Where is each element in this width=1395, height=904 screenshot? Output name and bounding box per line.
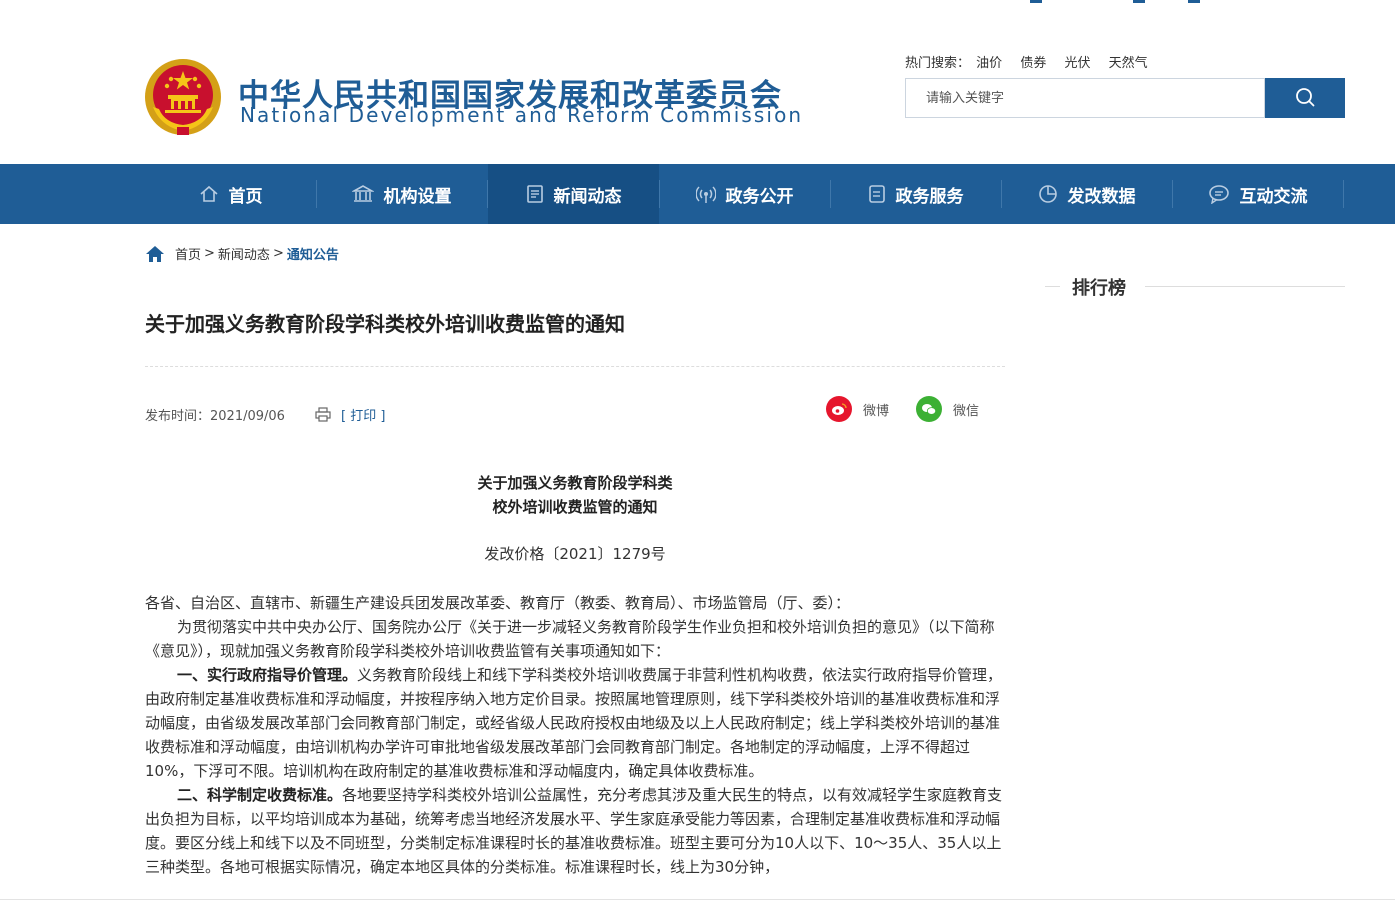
breadcrumb-news[interactable]: 新闻动态 xyxy=(218,244,270,263)
building-icon xyxy=(351,185,374,202)
nav-label: 机构设置 xyxy=(383,186,452,207)
share-weibo-label: 微博 xyxy=(863,403,890,419)
wechat-icon xyxy=(916,396,942,422)
home-icon xyxy=(199,185,218,202)
ranking-title: 排行榜 xyxy=(1072,278,1126,299)
addressee: 各省、自治区、直辖市、新疆生产建设兵团发展改革委、教育厅（教委、教育局）、市场监… xyxy=(145,594,851,612)
national-emblem-icon[interactable] xyxy=(143,57,223,137)
search-button[interactable] xyxy=(1265,78,1345,118)
hot-search: 热门搜索： 油价 债券 光伏 天然气 xyxy=(905,52,1162,71)
news-icon xyxy=(526,185,543,203)
hot-keyword-natural-gas[interactable]: 天然气 xyxy=(1109,56,1148,71)
page-bottom-divider xyxy=(0,899,1395,900)
nav-item-interaction[interactable]: 互动交流 xyxy=(1172,164,1343,224)
share-weibo[interactable]: 微博 xyxy=(826,396,889,422)
hot-search-label: 热门搜索： xyxy=(905,56,971,71)
broadcast-icon xyxy=(695,186,716,203)
share-wechat[interactable]: 微信 xyxy=(916,396,979,422)
breadcrumb-home[interactable]: 首页 xyxy=(175,244,201,263)
publish-time: 发布时间：2021/09/06 xyxy=(145,405,285,424)
article-title: 关于加强义务教育阶段学科类校外培训收费监管的通知 xyxy=(145,312,625,336)
nav-label: 新闻动态 xyxy=(553,186,622,207)
nav-item-news[interactable]: 新闻动态 xyxy=(488,164,659,224)
nav-label: 政务服务 xyxy=(895,186,964,207)
nav-item-data[interactable]: 发改数据 xyxy=(1001,164,1172,224)
ranking-header: 排行榜 xyxy=(1045,274,1345,300)
search-box xyxy=(905,78,1345,118)
site-header: 中华人民共和国国家发展和改革委员会 National Development a… xyxy=(0,0,1395,164)
site-title-en[interactable]: National Development and Reform Commissi… xyxy=(240,103,803,127)
home-icon[interactable] xyxy=(145,245,165,263)
nav-label: 首页 xyxy=(228,186,263,207)
article-body: 各省、自治区、直辖市、新疆生产建设兵团发展改革委、教育厅（教委、教育局）、市场监… xyxy=(145,591,1007,879)
doc-title-line-2: 校外培训收费监管的通知 xyxy=(492,498,658,516)
nav-label: 发改数据 xyxy=(1067,186,1136,207)
hot-keyword-oil-price[interactable]: 油价 xyxy=(976,56,1002,71)
doc-number: 发改价格〔2021〕1279号 xyxy=(484,545,666,563)
print-button[interactable]: [ 打印 ] xyxy=(315,405,385,424)
share-wechat-label: 微信 xyxy=(953,403,980,419)
pie-chart-icon xyxy=(1038,185,1057,203)
search-icon xyxy=(1296,87,1315,106)
publish-date: 2021/09/06 xyxy=(210,409,285,424)
main-nav: 首页 机构设置 新闻动态 政务公开 政务服务 发改数据 互动交流 xyxy=(0,164,1395,224)
search-input[interactable] xyxy=(905,78,1265,118)
intro-paragraph: 为贯彻落实中共中央办公厅、国务院办公厅《关于进一步减轻义务教育阶段学生作业负担和… xyxy=(145,618,995,660)
chat-icon xyxy=(1208,185,1229,204)
doc-title-line-1: 关于加强义务教育阶段学科类 xyxy=(477,474,673,492)
nav-item-home[interactable]: 首页 xyxy=(145,164,316,224)
printer-icon xyxy=(315,407,331,422)
title-divider xyxy=(145,366,1005,367)
section-2-heading: 二、科学制定收费标准。 xyxy=(177,786,343,804)
nav-label: 政务公开 xyxy=(725,186,794,207)
section-1-heading: 一、实行政府指导价管理。 xyxy=(177,666,358,684)
section-1: 一、实行政府指导价管理。义务教育阶段线上和线下学科类校外培训收费属于非营利性机构… xyxy=(145,663,1007,783)
nav-item-government-affairs[interactable]: 政务公开 xyxy=(659,164,830,224)
document-icon xyxy=(868,185,885,203)
hot-keyword-photovoltaic[interactable]: 光伏 xyxy=(1064,56,1090,71)
print-label: [ 打印 ] xyxy=(341,409,386,424)
nav-item-organization[interactable]: 机构设置 xyxy=(316,164,487,224)
section-2: 二、科学制定收费标准。各地要坚持学科类校外培训公益属性，充分考虑其涉及重大民生的… xyxy=(145,783,1007,879)
hot-keyword-bonds[interactable]: 债券 xyxy=(1020,56,1046,71)
nav-label: 互动交流 xyxy=(1239,186,1308,207)
nav-item-government-services[interactable]: 政务服务 xyxy=(830,164,1001,224)
weibo-icon xyxy=(826,396,852,422)
publish-time-label: 发布时间： xyxy=(145,409,211,424)
breadcrumb: 首页 > 新闻动态 > 通知公告 xyxy=(145,244,339,263)
breadcrumb-current[interactable]: 通知公告 xyxy=(287,244,339,263)
